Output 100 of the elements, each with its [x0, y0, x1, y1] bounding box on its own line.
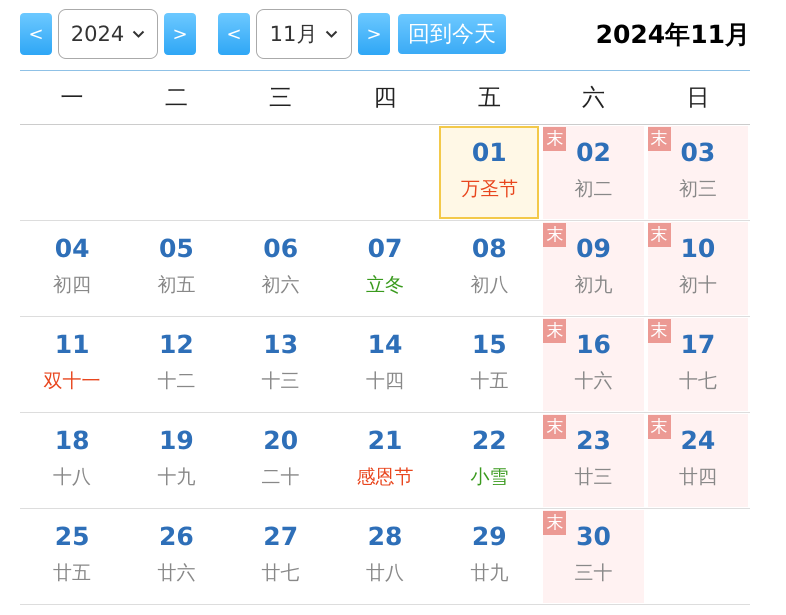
day-cell[interactable]: 04 初四 [22, 222, 122, 315]
day-number: 03 [680, 138, 716, 168]
lunar-date: 初二 [574, 177, 613, 202]
weekday-header: 四 [332, 71, 438, 125]
weekend-badge: 末 [543, 415, 566, 439]
weekend-badge: 末 [543, 127, 566, 151]
day-cell[interactable]: 08 初八 [439, 222, 540, 315]
lunar-date: 十七 [678, 369, 717, 394]
day-number: 25 [54, 522, 90, 552]
day-number: 11 [54, 330, 90, 360]
lunar-date: 双十一 [44, 369, 101, 394]
weekend-badge: 末 [543, 511, 566, 535]
lunar-date: 二十 [262, 465, 300, 490]
day-cell[interactable]: 26 廿六 [126, 510, 227, 603]
day-number: 16 [576, 330, 611, 360]
weekday-header: 一 [20, 71, 124, 125]
day-cell[interactable]: 05 初五 [126, 222, 227, 315]
day-cell[interactable]: 21 感恩节 [334, 414, 436, 507]
day-cell[interactable]: 20 二十 [230, 414, 331, 507]
weekday-header: 五 [437, 71, 542, 125]
day-cell[interactable]: 25 廿五 [22, 510, 122, 603]
day-number: 10 [680, 234, 716, 264]
day-number: 19 [159, 426, 194, 456]
lunar-date: 十五 [470, 369, 508, 394]
lunar-date: 初九 [574, 273, 613, 298]
lunar-date: 十三 [262, 369, 300, 394]
lunar-date: 三十 [574, 561, 613, 586]
weekend-badge: 末 [648, 319, 671, 343]
year-select[interactable]: 2024 [58, 9, 158, 59]
day-number: 05 [159, 234, 194, 264]
lunar-date: 十四 [366, 369, 404, 394]
day-number: 24 [680, 426, 716, 456]
chevron-icon [325, 30, 338, 38]
lunar-date: 廿五 [53, 561, 92, 586]
weekday-header: 三 [228, 71, 333, 125]
lunar-date: 十八 [53, 465, 92, 490]
day-number: 01 [472, 138, 507, 168]
lunar-date: 感恩节 [356, 465, 414, 490]
lunar-date: 初六 [262, 273, 300, 298]
day-number: 22 [472, 426, 507, 456]
day-cell[interactable]: 01 万圣节 [439, 126, 540, 219]
day-number: 28 [368, 522, 402, 552]
day-number: 12 [159, 330, 194, 360]
day-number: 04 [54, 234, 90, 264]
lunar-date: 十二 [157, 369, 196, 394]
weekday-header: 六 [541, 71, 646, 125]
lunar-date: 廿九 [470, 561, 508, 586]
lunar-date: 廿三 [574, 465, 613, 490]
lunar-date: 初十 [678, 273, 717, 298]
day-cell[interactable]: 07 立冬 [334, 222, 436, 315]
weekend-badge: 末 [648, 223, 671, 247]
lunar-date: 廿四 [678, 465, 717, 490]
day-number: 26 [159, 522, 194, 552]
day-number: 02 [576, 138, 611, 168]
day-cell[interactable]: 06 初六 [230, 222, 331, 315]
day-number: 17 [680, 330, 716, 360]
day-number: 27 [263, 522, 298, 552]
day-cell[interactable]: 13 十三 [230, 318, 331, 411]
day-number: 14 [368, 330, 402, 360]
day-number: 21 [368, 426, 402, 456]
day-cell[interactable]: 14 十四 [334, 318, 436, 411]
lunar-date: 万圣节 [460, 177, 518, 202]
day-cell[interactable]: 29 廿九 [439, 510, 540, 603]
lunar-date: 初八 [470, 273, 508, 298]
day-cell[interactable]: 28 廿八 [334, 510, 436, 603]
day-number: 06 [263, 234, 298, 264]
day-cell[interactable]: 11 双十一 [22, 318, 122, 411]
day-number: 30 [576, 522, 611, 552]
lunar-date: 十九 [157, 465, 196, 490]
day-number: 09 [576, 234, 611, 264]
day-number: 15 [472, 330, 507, 360]
weekday-header: 日 [646, 71, 750, 125]
lunar-date: 廿八 [366, 561, 404, 586]
lunar-date: 初四 [53, 273, 92, 298]
day-cell[interactable]: 27 廿七 [230, 510, 331, 603]
day-cell[interactable]: 18 十八 [22, 414, 122, 507]
day-cell[interactable]: 12 十二 [126, 318, 227, 411]
lunar-date: 立冬 [366, 273, 404, 298]
lunar-date: 初三 [678, 177, 717, 202]
day-number: 08 [472, 234, 507, 264]
day-cell[interactable]: 15 十五 [439, 318, 540, 411]
weekday-header: 二 [124, 71, 229, 125]
weekend-badge: 末 [648, 415, 671, 439]
day-number: 13 [263, 330, 298, 360]
day-number: 20 [263, 426, 298, 456]
day-number: 18 [54, 426, 90, 456]
weekend-badge: 末 [543, 223, 566, 247]
day-cell[interactable]: 19 十九 [126, 414, 227, 507]
lunar-date: 十六 [574, 369, 613, 394]
day-cell[interactable]: 22 小雪 [439, 414, 540, 507]
lunar-date: 初五 [157, 273, 196, 298]
weekend-badge: 末 [543, 319, 566, 343]
month-select[interactable]: 11月 [256, 9, 352, 59]
lunar-date: 廿六 [157, 561, 196, 586]
weekend-badge: 末 [648, 127, 671, 151]
lunar-date: 廿七 [262, 561, 300, 586]
month-title: 2024年11月 [596, 18, 750, 50]
chevron-icon [132, 30, 146, 38]
day-number: 23 [576, 426, 611, 456]
day-number: 07 [368, 234, 402, 264]
